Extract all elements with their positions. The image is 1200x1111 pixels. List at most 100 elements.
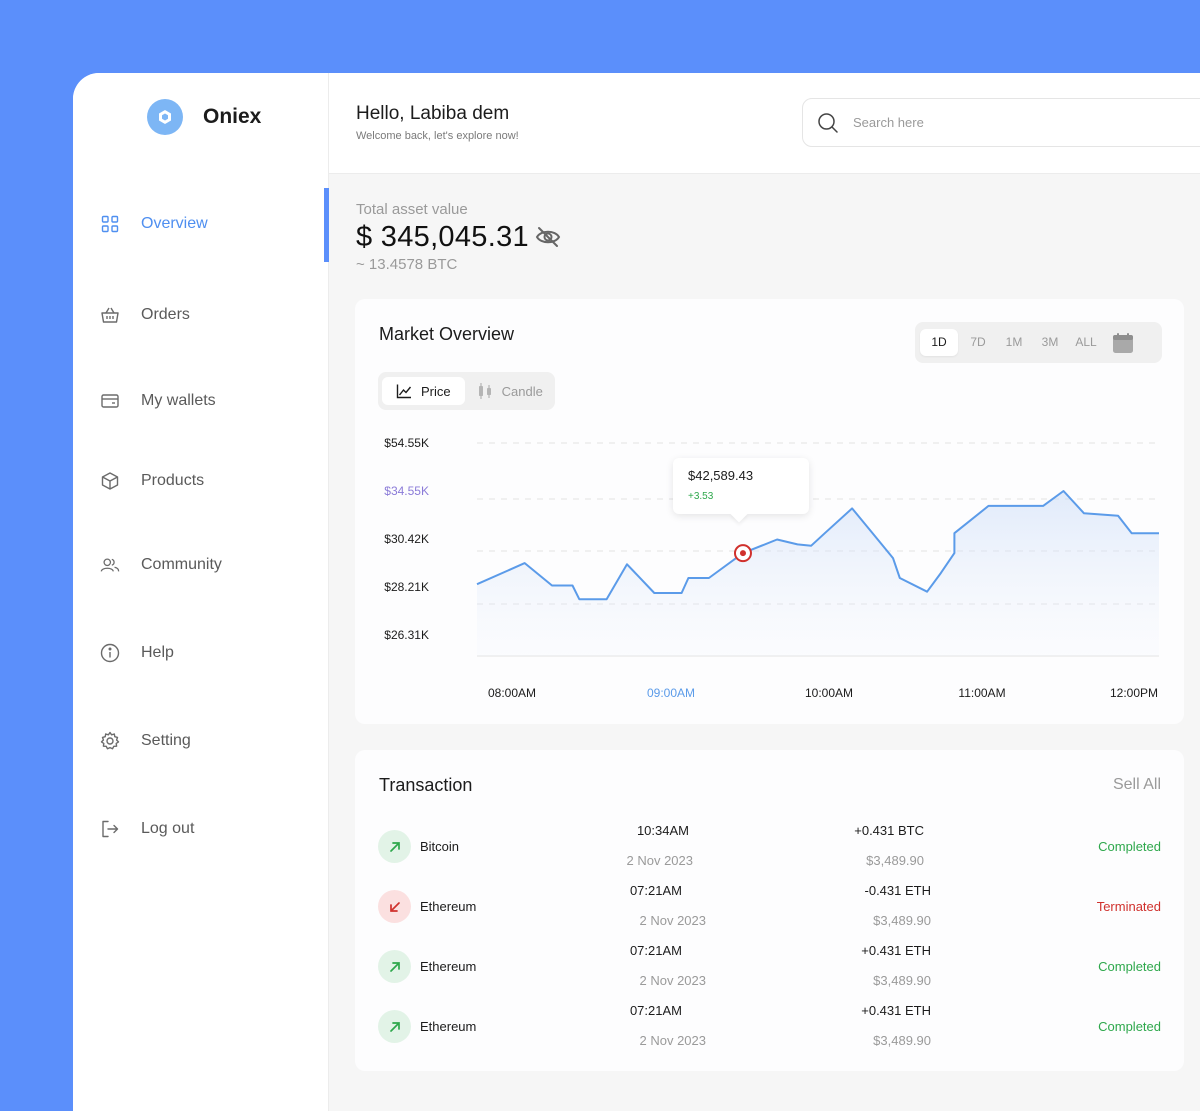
transaction-card: Transaction Sell All Bitcoin 10:34AM 2 Nov… xyxy=(355,750,1184,1071)
transaction-amount: +0.431 BTC xyxy=(854,823,924,838)
arrow-up-right-icon xyxy=(378,1010,411,1043)
price-area xyxy=(477,491,1159,656)
coin-name: Ethereum xyxy=(420,959,477,974)
sidebar-item-label: Overview xyxy=(141,215,208,232)
range-7d-button[interactable]: 7D xyxy=(960,329,996,356)
x-tick-label: 08:00AM xyxy=(488,686,536,700)
transaction-date: 2 Nov 2023 xyxy=(639,913,707,928)
sidebar-item-my-wallets[interactable]: My wallets xyxy=(100,386,300,416)
candle-mode-button[interactable]: Candle xyxy=(465,377,555,405)
transaction-status: Completed xyxy=(1098,839,1161,854)
tooltip-change: +3.53 xyxy=(688,491,714,502)
wallet-icon xyxy=(100,391,120,411)
y-tick-label: $28.21K xyxy=(384,580,429,594)
transaction-date: 2 Nov 2023 xyxy=(639,973,707,988)
price-mode-button[interactable]: Price xyxy=(382,377,465,405)
sidebar-item-setting[interactable]: Setting xyxy=(100,726,300,756)
transaction-time: 07:21AM xyxy=(629,943,682,958)
arrow-up-right-icon xyxy=(378,830,411,863)
app-window: Oniex Overview Orders My wallets Product… xyxy=(73,73,1200,1111)
price-mode-label: Price xyxy=(421,383,451,399)
transaction-usd: $3,489.90 xyxy=(873,1033,931,1048)
hide-balance-icon[interactable] xyxy=(535,224,561,255)
arrow-down-left-icon xyxy=(378,890,411,923)
greeting: Hello, Labiba dem xyxy=(356,103,510,124)
asset-value: $ 345,045.31 xyxy=(356,221,529,253)
y-tick-label: $30.42K xyxy=(384,532,429,546)
calendar-icon[interactable] xyxy=(1112,332,1134,354)
sidebar-item-community[interactable]: Community xyxy=(100,550,300,580)
sidebar: Oniex Overview Orders My wallets Product… xyxy=(73,73,329,1111)
transaction-row[interactable]: Ethereum 07:21AM 2 Nov 2023 +0.431 ETH $3,48… xyxy=(355,1003,1184,1070)
app-name: Oniex xyxy=(203,105,262,128)
market-title: Market Overview xyxy=(379,324,515,344)
line-chart-icon xyxy=(396,384,412,399)
transaction-row[interactable]: Ethereum 07:21AM 2 Nov 2023 -0.431 ETH $3,48… xyxy=(355,883,1184,950)
transaction-status: Terminated xyxy=(1096,899,1161,914)
transaction-date: 2 Nov 2023 xyxy=(626,853,694,868)
box-icon xyxy=(100,471,120,491)
grid-icon xyxy=(100,214,120,234)
sidebar-item-products[interactable]: Products xyxy=(100,466,300,496)
header: Hello, Labiba dem Welcome back, let's ex… xyxy=(329,73,1200,174)
logout-icon xyxy=(100,819,120,839)
active-nav-indicator xyxy=(324,188,329,262)
range-all-button[interactable]: ALL xyxy=(1068,329,1104,356)
y-tick-label: $34.55K xyxy=(384,484,429,498)
transaction-amount: +0.431 ETH xyxy=(861,943,931,958)
users-icon xyxy=(100,555,120,575)
range-selector: 1D 7D 1M 3M ALL xyxy=(915,322,1162,363)
info-icon xyxy=(100,643,120,663)
transaction-row[interactable]: Ethereum 07:21AM 2 Nov 2023 +0.431 ETH $3,48… xyxy=(355,943,1184,1010)
sidebar-item-overview[interactable]: Overview xyxy=(100,209,300,239)
sidebar-item-label: Log out xyxy=(141,820,195,837)
search-box[interactable] xyxy=(802,98,1200,147)
chart-mode-toggle: Price Candle xyxy=(378,372,555,410)
sidebar-item-label: Community xyxy=(141,556,222,573)
transaction-time: 10:34AM xyxy=(636,823,689,838)
transaction-usd: $3,489.90 xyxy=(873,973,931,988)
range-1d-button[interactable]: 1D xyxy=(920,329,958,356)
market-overview-card: $54.55K $34.55K $30.42K $28.21K $26.31K 08:00… xyxy=(355,299,1184,724)
sell-all-link[interactable]: Sell All xyxy=(1113,776,1161,794)
logo[interactable]: Oniex xyxy=(147,99,261,135)
coin-name: Bitcoin xyxy=(420,839,460,854)
sidebar-item-label: My wallets xyxy=(141,392,216,409)
sidebar-item-label: Help xyxy=(141,644,174,661)
asset-label: Total asset value xyxy=(356,201,468,218)
x-tick-label: 11:00AM xyxy=(958,686,1005,700)
basket-icon xyxy=(100,305,120,325)
transaction-time: 07:21AM xyxy=(629,883,682,898)
sidebar-item-orders[interactable]: Orders xyxy=(100,300,300,330)
price-tooltip: $42,589.43 +3.53 xyxy=(673,458,809,523)
tooltip-value: $42,589.43 xyxy=(688,468,754,483)
search-input[interactable] xyxy=(853,115,1153,130)
search-icon xyxy=(817,112,839,134)
range-1m-button[interactable]: 1M xyxy=(996,329,1032,356)
x-tick-label: 09:00AM xyxy=(647,686,695,700)
greeting-subtitle: Welcome back, let's explore now! xyxy=(356,130,519,142)
transaction-amount: -0.431 ETH xyxy=(864,883,931,898)
coin-name: Ethereum xyxy=(420,1019,477,1034)
transaction-time: 07:21AM xyxy=(629,1003,682,1018)
candlestick-icon xyxy=(478,383,491,399)
transaction-usd: $3,489.90 xyxy=(873,913,931,928)
range-3m-button[interactable]: 3M xyxy=(1032,329,1068,356)
y-tick-label: $26.31K xyxy=(384,628,429,642)
transaction-date: 2 Nov 2023 xyxy=(639,1033,707,1048)
sidebar-item-help[interactable]: Help xyxy=(100,638,300,668)
sidebar-item-label: Products xyxy=(141,472,205,489)
transaction-status: Completed xyxy=(1098,959,1161,974)
logo-icon xyxy=(147,99,183,135)
transaction-row[interactable]: Bitcoin 10:34AM 2 Nov 2023 +0.431 BTC $3,489… xyxy=(355,823,1184,890)
sidebar-item-log-out[interactable]: Log out xyxy=(100,814,300,844)
sidebar-item-label: Setting xyxy=(141,732,191,749)
candle-mode-label: Candle xyxy=(501,383,543,399)
asset-btc: ~ 13.4578 BTC xyxy=(356,256,458,273)
transaction-amount: +0.431 ETH xyxy=(861,1003,931,1018)
transaction-title: Transaction xyxy=(379,775,473,795)
transaction-usd: $3,489.90 xyxy=(866,853,924,868)
sidebar-item-label: Orders xyxy=(141,306,190,323)
highlight-point-dot xyxy=(739,550,746,557)
gear-icon xyxy=(100,731,120,751)
